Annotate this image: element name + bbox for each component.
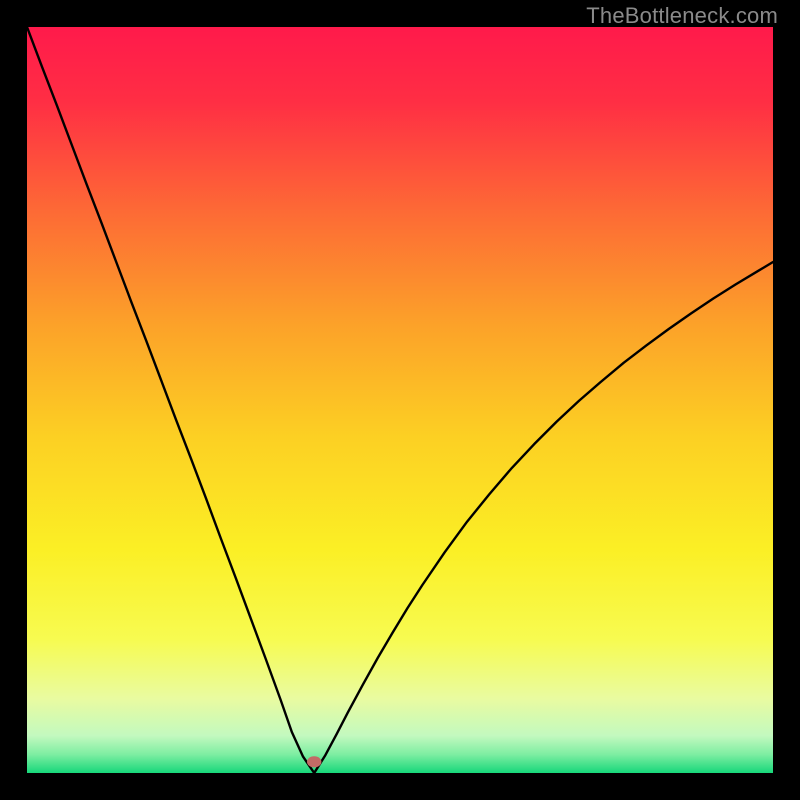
bottleneck-chart [27, 27, 773, 773]
watermark-text: TheBottleneck.com [586, 3, 778, 29]
minimum-marker [307, 756, 321, 767]
chart-container: { "watermark": "TheBottleneck.com", "mar… [0, 0, 800, 800]
plot-background [27, 27, 773, 773]
